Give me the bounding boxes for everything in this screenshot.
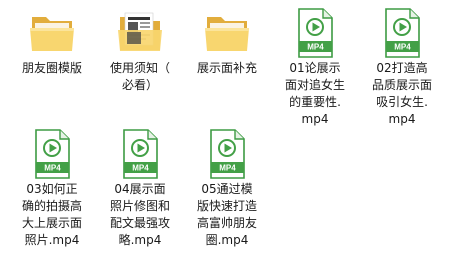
mp4-badge: MP4 bbox=[132, 164, 149, 173]
mp4-file-icon: MP4 bbox=[9, 129, 95, 181]
mp4-file-icon: MP4 bbox=[272, 8, 358, 60]
mp4-file-icon: MP4 bbox=[97, 129, 183, 181]
file-name: 02打造高 品质展示面 吸引女生. mp4 bbox=[371, 61, 432, 126]
folder-icon bbox=[9, 8, 95, 60]
folder-with-documents-icon bbox=[97, 8, 183, 60]
mp4-badge: MP4 bbox=[307, 43, 324, 52]
file-name: 04展示面 照片修图和 配文最强攻 略.mp4 bbox=[109, 182, 170, 247]
mp4-badge: MP4 bbox=[219, 164, 236, 173]
file-name: 01论展示 面对追女生 的重要性. mp4 bbox=[284, 61, 345, 126]
file-name: 朋友圈模版 bbox=[21, 61, 82, 75]
mp4-badge: MP4 bbox=[44, 164, 61, 173]
file-name: 展示面补充 bbox=[196, 61, 257, 75]
mp4-badge: MP4 bbox=[394, 43, 411, 52]
file-name: 03如何正 确的拍摄高 大上展示面 照片.mp4 bbox=[21, 182, 82, 247]
mp4-file-icon: MP4 bbox=[184, 129, 270, 181]
mp4-file-icon: MP4 bbox=[359, 8, 445, 60]
folder-icon bbox=[184, 8, 270, 60]
file-name: 05通过模 版快速打造 高富帅朋友 圈.mp4 bbox=[196, 182, 257, 247]
file-name: 使用须知（ 必看） bbox=[109, 61, 170, 92]
